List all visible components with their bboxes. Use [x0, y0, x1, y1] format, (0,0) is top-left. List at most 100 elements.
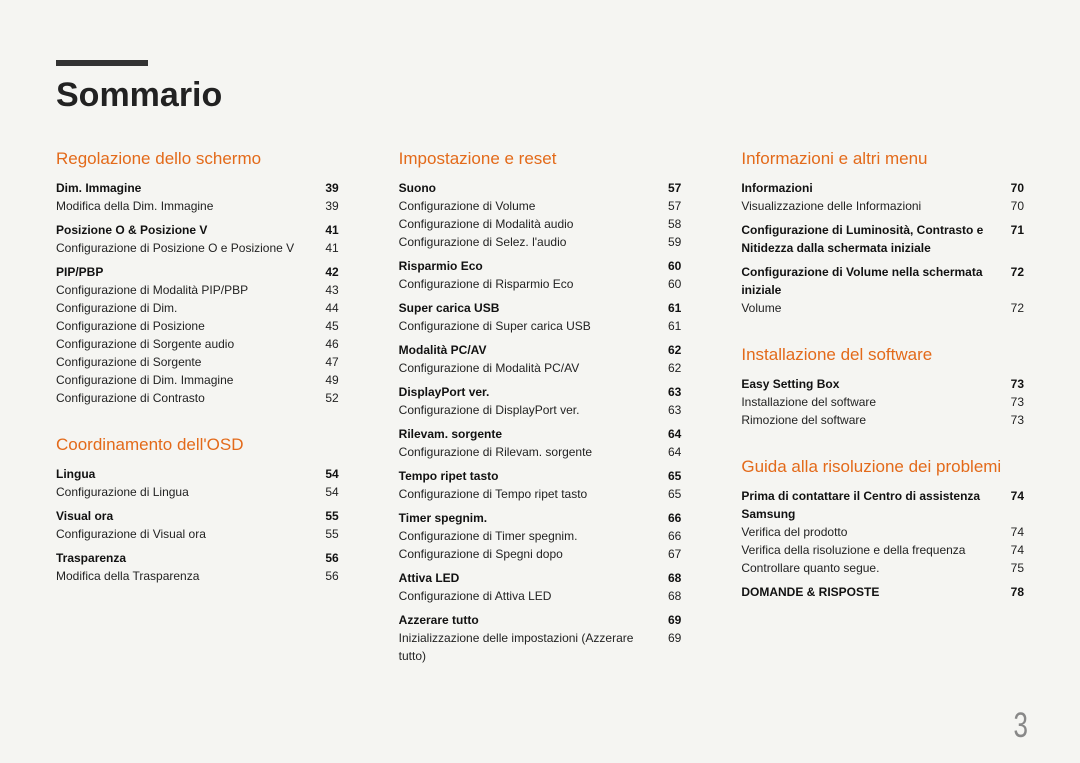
toc-subheading-page: 61 — [653, 299, 681, 317]
toc-entry[interactable]: Verifica del prodotto74 — [741, 523, 1024, 541]
toc-entry[interactable]: Configurazione di Rilevam. sorgente 64 — [399, 443, 682, 461]
toc-entry-page: 74 — [996, 541, 1024, 559]
toc-entry[interactable]: Inizializzazione delle impostazioni (Azz… — [399, 629, 682, 665]
toc-entry[interactable]: Configurazione di Modalità PC/AV 62 — [399, 359, 682, 377]
toc-subheading[interactable]: Super carica USB61 — [399, 299, 682, 317]
toc-entry-page: 59 — [653, 233, 681, 251]
toc-subheading[interactable]: Rilevam. sorgente64 — [399, 425, 682, 443]
toc-entry[interactable]: Configurazione di Risparmio Eco60 — [399, 275, 682, 293]
toc-entry-page: 70 — [996, 197, 1024, 215]
toc-entry-label: Configurazione di Modalità PC/AV — [399, 359, 588, 377]
toc-subheading-page: 68 — [653, 569, 681, 587]
section-heading: Regolazione dello schermo — [56, 149, 339, 169]
toc-entry[interactable]: Configurazione di Posizione45 — [56, 317, 339, 335]
toc-subheading[interactable]: Configurazione di Volume nella schermata… — [741, 263, 1024, 299]
toc-entry-page: 58 — [653, 215, 681, 233]
toc-entry[interactable]: Configurazione di Tempo ripet tasto65 — [399, 485, 682, 503]
toc-entry[interactable]: Volume 72 — [741, 299, 1024, 317]
toc-subheading-label: Informazioni — [741, 179, 820, 197]
toc-entry[interactable]: Modifica della Dim. Immagine39 — [56, 197, 339, 215]
toc-subheading-label: Modalità PC/AV — [399, 341, 495, 359]
toc-subheading-page: 57 — [653, 179, 681, 197]
toc-subheading[interactable]: Risparmio Eco60 — [399, 257, 682, 275]
toc-entry[interactable]: Configurazione di Contrasto52 — [56, 389, 339, 407]
toc-subheading[interactable]: PIP/PBP42 — [56, 263, 339, 281]
toc-subheading[interactable]: DisplayPort ver.63 — [399, 383, 682, 401]
toc-entry-label: Volume — [741, 299, 789, 317]
toc-entry-page: 64 — [653, 443, 681, 461]
toc-entry-label: Configurazione di Rilevam. sorgente — [399, 443, 600, 461]
toc-subheading-page: 60 — [653, 257, 681, 275]
toc-subheading-label: Suono — [399, 179, 444, 197]
toc-subheading[interactable]: Visual ora55 — [56, 507, 339, 525]
toc-entry-label: Installazione del software — [741, 393, 884, 411]
toc-entry-label: Configurazione di Dim. Immagine — [56, 371, 241, 389]
toc-entry-page: 67 — [653, 545, 681, 563]
toc-entry[interactable]: Configurazione di Spegni dopo 67 — [399, 545, 682, 563]
toc-subheading[interactable]: Modalità PC/AV 62 — [399, 341, 682, 359]
toc-entry-page: 44 — [311, 299, 339, 317]
toc-entry[interactable]: Configurazione di Modalità PIP/PBP43 — [56, 281, 339, 299]
toc-column: Impostazione e resetSuono57Configurazion… — [399, 139, 682, 665]
toc-subheading[interactable]: Configurazione di Luminosità, Contrasto … — [741, 221, 1024, 257]
toc-entry-page: 62 — [653, 359, 681, 377]
toc-entry-label: Configurazione di Spegni dopo — [399, 545, 571, 563]
toc-subheading[interactable]: Lingua54 — [56, 465, 339, 483]
toc-entry-page: 39 — [311, 197, 339, 215]
toc-entry[interactable]: Configurazione di Sorgente audio46 — [56, 335, 339, 353]
toc-subheading-page: 66 — [653, 509, 681, 527]
toc-entry[interactable]: Installazione del software73 — [741, 393, 1024, 411]
toc-entry[interactable]: Rimozione del software73 — [741, 411, 1024, 429]
toc-subheading[interactable]: Suono 57 — [399, 179, 682, 197]
toc-subheading[interactable]: Dim. Immagine39 — [56, 179, 339, 197]
toc-entry[interactable]: Controllare quanto segue.75 — [741, 559, 1024, 577]
toc-entry[interactable]: Configurazione di Lingua54 — [56, 483, 339, 501]
page-title: Sommario — [56, 76, 1024, 115]
toc-entry[interactable]: Configurazione di Dim. Immagine49 — [56, 371, 339, 389]
toc-entry-page: 56 — [311, 567, 339, 585]
toc-entry-label: Configurazione di Modalità audio — [399, 215, 582, 233]
toc-entry[interactable]: Modifica della Trasparenza56 — [56, 567, 339, 585]
toc-entry-label: Configurazione di Risparmio Eco — [399, 275, 582, 293]
toc-entry[interactable]: Configurazione di DisplayPort ver.63 — [399, 401, 682, 419]
toc-subheading[interactable]: Easy Setting Box73 — [741, 375, 1024, 393]
toc-entry[interactable]: Configurazione di Sorgente47 — [56, 353, 339, 371]
toc-entry[interactable]: Configurazione di Posizione O e Posizion… — [56, 239, 339, 257]
toc-subheading-label: Timer spegnim. — [399, 509, 495, 527]
toc-subheading[interactable]: Timer spegnim. 66 — [399, 509, 682, 527]
toc-entry-label: Controllare quanto segue. — [741, 559, 887, 577]
toc-entry[interactable]: Configurazione di Dim.44 — [56, 299, 339, 317]
toc-subheading-page: 74 — [996, 487, 1024, 523]
toc-entry[interactable]: Configurazione di Visual ora55 — [56, 525, 339, 543]
toc-entry[interactable]: Configurazione di Selez. l'audio59 — [399, 233, 682, 251]
toc-column: Informazioni e altri menuInformazioni70V… — [741, 139, 1024, 665]
toc-entry[interactable]: Configurazione di Super carica USB61 — [399, 317, 682, 335]
toc-subheading[interactable]: DOMANDE & RISPOSTE78 — [741, 583, 1024, 601]
toc-entry[interactable]: Visualizzazione delle Informazioni70 — [741, 197, 1024, 215]
toc-entry[interactable]: Configurazione di Timer spegnim.66 — [399, 527, 682, 545]
toc-subheading-page: 70 — [996, 179, 1024, 197]
toc-entry[interactable]: Verifica della risoluzione e della frequ… — [741, 541, 1024, 559]
toc-entry-page: 54 — [311, 483, 339, 501]
toc-subheading-label: DOMANDE & RISPOSTE — [741, 583, 887, 601]
toc-subheading[interactable]: Posizione O & Posizione V41 — [56, 221, 339, 239]
toc-subheading-page: 56 — [311, 549, 339, 567]
toc-subheading-page: 71 — [996, 221, 1024, 257]
toc-entry[interactable]: Configurazione di Modalità audio 58 — [399, 215, 682, 233]
toc-entry[interactable]: Configurazione di Volume57 — [399, 197, 682, 215]
toc-subheading-label: Rilevam. sorgente — [399, 425, 510, 443]
toc-column: Regolazione dello schermo Dim. Immagine39… — [56, 139, 339, 665]
toc-subheading[interactable]: Prima di contattare il Centro di assiste… — [741, 487, 1024, 523]
toc-subheading[interactable]: Informazioni 70 — [741, 179, 1024, 197]
toc-subheading[interactable]: Attiva LED68 — [399, 569, 682, 587]
toc-subheading-page: 55 — [311, 507, 339, 525]
toc-entry[interactable]: Configurazione di Attiva LED68 — [399, 587, 682, 605]
toc-entry-page: 72 — [996, 299, 1024, 317]
section-heading: Informazioni e altri menu — [741, 149, 1024, 169]
toc-subheading-page: 62 — [653, 341, 681, 359]
toc-subheading[interactable]: Azzerare tutto69 — [399, 611, 682, 629]
toc-subheading-page: 42 — [311, 263, 339, 281]
toc-subheading[interactable]: Trasparenza56 — [56, 549, 339, 567]
toc-entry-label: Configurazione di Posizione O e Posizion… — [56, 239, 302, 257]
toc-subheading[interactable]: Tempo ripet tasto65 — [399, 467, 682, 485]
